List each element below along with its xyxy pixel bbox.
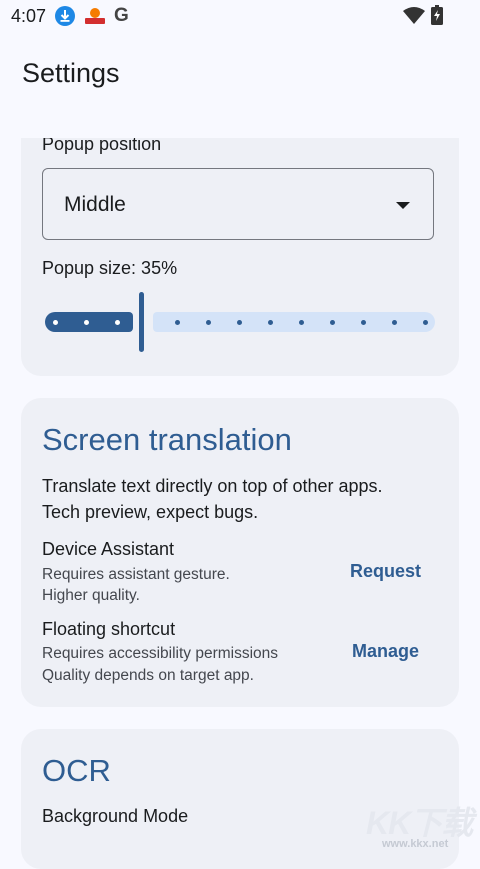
slider-tick [115,320,120,325]
manage-button[interactable]: Manage [352,641,419,662]
download-icon [55,6,75,26]
ocr-title: OCR [42,753,111,788]
google-icon: G [114,5,129,26]
floating-shortcut-line1: Requires accessibility permissions [42,645,279,662]
floating-shortcut-line2: Quality depends on target app. [42,667,254,684]
status-time: 4:07 [11,6,47,26]
status-bar: 4:07 G [0,0,480,32]
watermark-url: www.kkx.net [382,838,449,850]
popup-position-value: Middle [64,193,126,216]
popup-size-label: Popup size: 35% [42,258,178,278]
device-assistant-line1: Requires assistant gesture. [42,566,230,583]
slider-thumb[interactable] [139,292,144,352]
slider-tick [299,320,304,325]
floating-shortcut-title: Floating shortcut [42,619,176,639]
popup-position-dropdown[interactable]: Middle [42,168,434,240]
popup-size-slider[interactable] [45,292,435,352]
dropdown-arrow-icon [396,202,410,209]
popup-settings-card: Popup position Middle Popup size: 35% [21,138,459,376]
slider-tick [53,320,58,325]
slider-tick [206,320,211,325]
slider-tick [268,320,273,325]
battery-charging-icon [431,5,451,25]
device-assistant-title: Device Assistant [42,539,175,559]
screen-translation-description: Translate text directly on top of other … [42,476,383,496]
screen-translation-note: Tech preview, expect bugs. [42,502,259,522]
page-title: Settings [22,58,120,88]
background-mode-label[interactable]: Background Mode [42,806,188,827]
device-assistant-line2: Higher quality. [42,587,140,604]
watermark-logo: KK下载 www.kkx.net [362,798,480,854]
screen-translation-title: Screen translation [42,422,292,457]
slider-tick [237,320,242,325]
slider-tick [392,320,397,325]
slider-tick [84,320,89,325]
slider-tick [423,320,428,325]
slider-tick [330,320,335,325]
app-notification-icon [84,6,105,26]
request-button[interactable]: Request [350,561,421,582]
slider-tick [175,320,180,325]
screen-translation-card: Screen translation Translate text direct… [21,398,459,707]
wifi-icon [403,7,425,27]
slider-tick [361,320,366,325]
popup-position-label: Popup position [42,138,162,154]
